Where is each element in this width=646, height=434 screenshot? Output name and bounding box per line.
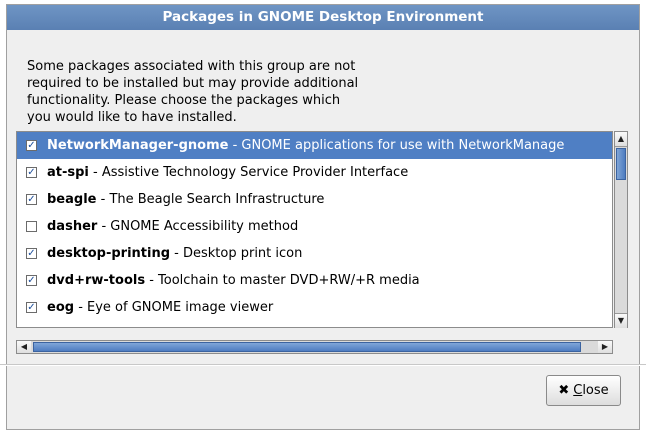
package-checkbox[interactable]: ✓ xyxy=(26,275,37,286)
button-separator xyxy=(0,364,646,366)
package-checkbox[interactable]: ✓ xyxy=(26,194,37,205)
package-description: - The Beagle Search Infrastructure xyxy=(96,192,325,207)
close-icon: ✖ xyxy=(558,383,570,398)
package-name: NetworkManager-gnome xyxy=(47,138,229,153)
package-name: desktop-printing xyxy=(47,246,171,261)
package-label: at-spi - Assistive Technology Service Pr… xyxy=(47,159,408,186)
vertical-scrollbar[interactable]: ▲ ▼ xyxy=(614,131,628,328)
package-row-dasher[interactable]: dasher - GNOME Accessibility method xyxy=(17,213,612,240)
package-row-at-spi[interactable]: ✓ at-spi - Assistive Technology Service P… xyxy=(17,159,612,186)
dialog-title: Packages in GNOME Desktop Environment xyxy=(7,5,639,30)
package-description: - GNOME applications for use with Networ… xyxy=(228,138,565,153)
package-description: - Desktop print icon xyxy=(170,246,303,261)
scroll-left-arrow-icon[interactable]: ◀ xyxy=(17,341,31,353)
package-label: desktop-printing - Desktop print icon xyxy=(47,240,302,267)
package-row-desktop-printing[interactable]: ✓ desktop-printing - Desktop print icon xyxy=(17,240,612,267)
package-description: - GNOME Accessibility method xyxy=(97,219,299,234)
horizontal-scroll-thumb[interactable] xyxy=(33,342,581,352)
scroll-down-arrow-icon[interactable]: ▼ xyxy=(615,313,627,328)
scroll-up-arrow-icon[interactable]: ▲ xyxy=(615,132,627,147)
close-label: lose xyxy=(582,383,609,398)
package-description: - Toolchain to master DVD+RW/+R media xyxy=(145,273,420,288)
description-line: you would like to have installed. xyxy=(27,110,237,125)
package-list[interactable]: ✓ NetworkManager-gnome - GNOME applicatio… xyxy=(16,131,613,328)
description-line: functionality. Please choose the package… xyxy=(27,93,341,108)
close-mnemonic: C xyxy=(573,383,583,398)
package-checkbox[interactable]: ✓ xyxy=(26,140,37,151)
dialog-description: Some packages associated with this group… xyxy=(27,58,417,126)
package-row-eog[interactable]: ✓ eog - Eye of GNOME image viewer xyxy=(17,294,612,321)
description-line: required to be installed but may provide… xyxy=(27,76,359,91)
package-checkbox[interactable]: ✓ xyxy=(26,167,37,178)
close-button[interactable]: ✖ Close xyxy=(546,375,621,406)
package-row-NetworkManager-gnome[interactable]: ✓ NetworkManager-gnome - GNOME applicatio… xyxy=(17,132,612,159)
package-checkbox[interactable]: ✓ xyxy=(26,302,37,313)
package-label: dasher - GNOME Accessibility method xyxy=(47,213,298,240)
package-label: eog - Eye of GNOME image viewer xyxy=(47,294,273,321)
package-name: dvd+rw-tools xyxy=(47,273,146,288)
package-label: dvd+rw-tools - Toolchain to master DVD+R… xyxy=(47,267,420,294)
package-description: - Eye of GNOME image viewer xyxy=(74,300,274,315)
package-description: - Assistive Technology Service Provider … xyxy=(88,165,409,180)
package-checkbox[interactable] xyxy=(26,221,37,232)
description-line: Some packages associated with this group… xyxy=(27,59,356,74)
package-label: NetworkManager-gnome - GNOME application… xyxy=(47,132,564,159)
package-checkbox[interactable]: ✓ xyxy=(26,248,37,259)
package-name: beagle xyxy=(47,192,97,207)
package-label: beagle - The Beagle Search Infrastructur… xyxy=(47,186,324,213)
package-name: eog xyxy=(47,300,75,315)
scroll-right-arrow-icon[interactable]: ▶ xyxy=(598,341,612,353)
package-row-beagle[interactable]: ✓ beagle - The Beagle Search Infrastructu… xyxy=(17,186,612,213)
vertical-scroll-thumb[interactable] xyxy=(616,148,626,180)
package-name: dasher xyxy=(47,219,98,234)
package-row-partial[interactable] xyxy=(17,321,612,327)
horizontal-scrollbar[interactable]: ◀ ▶ xyxy=(16,340,613,354)
package-name: at-spi xyxy=(47,165,89,180)
package-row-dvd+rw-tools[interactable]: ✓ dvd+rw-tools - Toolchain to master DVD+… xyxy=(17,267,612,294)
